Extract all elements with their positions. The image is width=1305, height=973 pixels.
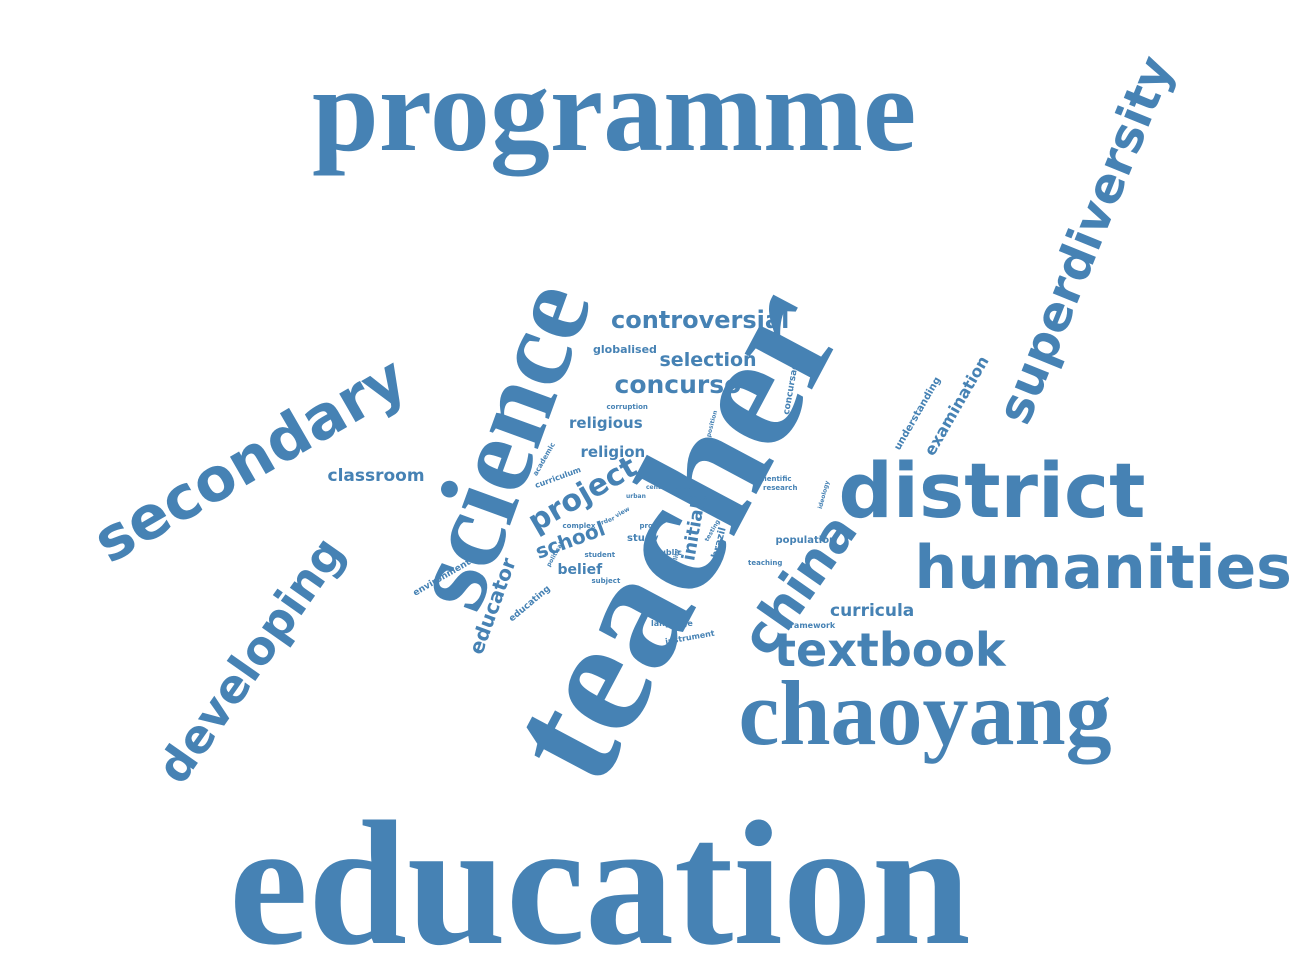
word-chaoyang: chaoyang bbox=[738, 662, 1112, 764]
word-centre: centre bbox=[646, 484, 668, 491]
word-developing: developing bbox=[145, 526, 355, 794]
word-superdiversity: superdiversity bbox=[985, 48, 1185, 432]
word-cloud: education programme teacher science chaoyang… bbox=[0, 0, 1305, 973]
word-belief: belief bbox=[557, 562, 603, 578]
word-student: student bbox=[584, 550, 616, 559]
word-issue: issue bbox=[687, 493, 708, 502]
word-globalised: globalised bbox=[593, 342, 657, 356]
word-ideology: ideology bbox=[816, 479, 831, 510]
word-corruption: corruption bbox=[606, 402, 648, 411]
word-education: education bbox=[229, 784, 971, 973]
word-framework: framework bbox=[786, 621, 836, 630]
word-secondary: secondary bbox=[81, 342, 419, 578]
word-complex: complex bbox=[562, 521, 596, 530]
word-urban: urban bbox=[626, 493, 646, 500]
word-textbook: textbook bbox=[774, 623, 1006, 677]
word-religious: religious bbox=[569, 413, 643, 432]
word-scientific: scientific bbox=[756, 474, 792, 483]
word-classroom: classroom bbox=[327, 465, 425, 486]
word-district: district bbox=[838, 446, 1146, 535]
word-concurso: concurso bbox=[614, 369, 742, 399]
word-programme: programme bbox=[312, 43, 917, 176]
word-examination: examination bbox=[920, 352, 993, 459]
word-study: study bbox=[627, 533, 659, 544]
word-subject: subject bbox=[591, 576, 621, 585]
word-proc: proc bbox=[639, 521, 657, 530]
word-humanities: humanities bbox=[914, 533, 1292, 603]
word-population: population bbox=[775, 535, 837, 546]
word-controversial: controversial bbox=[611, 306, 790, 334]
word-paper: paper bbox=[674, 484, 694, 491]
word-teaching: teaching bbox=[748, 558, 783, 567]
word-curricula: curricula bbox=[830, 600, 915, 621]
word-language: language bbox=[651, 619, 693, 628]
word-religion: religion bbox=[580, 442, 646, 461]
word-selection: selection bbox=[659, 348, 757, 371]
word-research: research bbox=[763, 483, 798, 492]
